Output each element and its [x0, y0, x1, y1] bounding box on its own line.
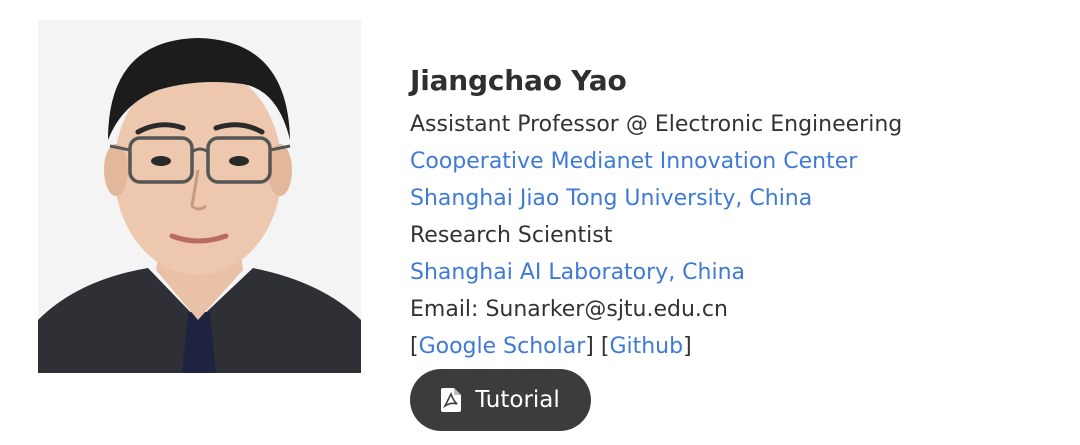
bracket-open: [ [410, 334, 419, 359]
profile-email: Email: Sunarker@sjtu.edu.cn [410, 297, 728, 322]
affiliation-link-sjtu[interactable]: Shanghai Jiao Tong University, China [410, 186, 812, 211]
tutorial-button[interactable]: Tutorial [410, 369, 591, 431]
profile-links: [Google Scholar] [Github] [410, 328, 1050, 365]
profile-photo [38, 20, 361, 373]
github-link[interactable]: Github [609, 334, 683, 359]
bracket-separator: ] [ [585, 334, 610, 359]
bracket-close: ] [683, 334, 692, 359]
affiliation-link-medianet[interactable]: Cooperative Medianet Innovation Center [410, 149, 857, 174]
profile-name: Jiangchao Yao [410, 64, 627, 97]
profile-role: Research Scientist [410, 223, 613, 248]
portrait-image [38, 20, 361, 373]
affiliation-link-shanghai-ai-lab[interactable]: Shanghai AI Laboratory, China [410, 260, 745, 285]
tutorial-label: Tutorial [475, 387, 560, 413]
pdf-file-icon [441, 388, 462, 412]
profile-title: Assistant Professor @ Electronic Enginee… [410, 112, 903, 137]
profile-card: Jiangchao Yao Assistant Professor @ Elec… [0, 0, 1080, 445]
profile-info: Jiangchao Yao Assistant Professor @ Elec… [410, 62, 1050, 365]
google-scholar-link[interactable]: Google Scholar [419, 334, 586, 359]
